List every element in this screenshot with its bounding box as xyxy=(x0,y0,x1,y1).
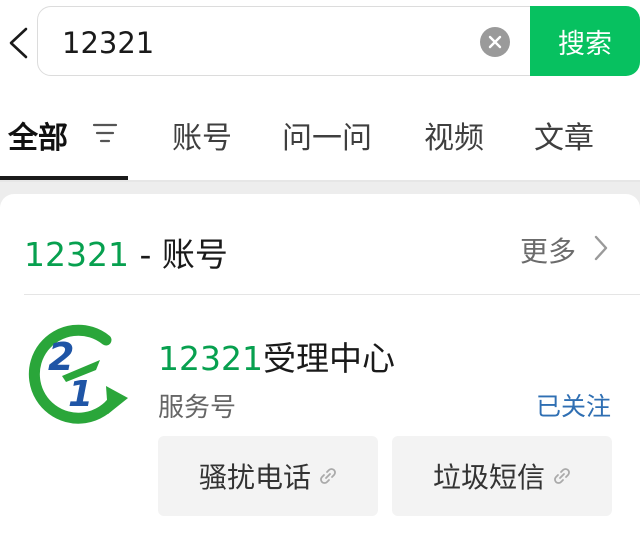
account-name-highlight: 12321 xyxy=(158,339,263,378)
account-type: 服务号 xyxy=(158,393,237,423)
more-link[interactable]: 更多 xyxy=(520,230,576,270)
account-name-rest: 受理中心 xyxy=(262,339,395,378)
link-icon xyxy=(554,468,570,484)
account-logo[interactable]: 2 1 xyxy=(22,312,132,434)
tab-accounts[interactable]: 账号 xyxy=(172,113,232,157)
search-input[interactable] xyxy=(62,25,462,61)
follow-status-button[interactable]: 已关注 xyxy=(536,387,611,423)
account-results-card: 12321 - 账号 更多 2 1 12321受理中心 服务号 已关注 骚扰电话… xyxy=(0,194,640,536)
link-icon xyxy=(320,468,336,484)
search-box xyxy=(37,6,537,76)
tab-articles[interactable]: 文章 xyxy=(534,113,594,157)
search-header: 搜索 全部 账号 问一问 视频 文章 xyxy=(0,0,640,182)
menu-chip-harassment-calls[interactable]: 骚扰电话 xyxy=(158,436,378,516)
svg-text:2: 2 xyxy=(48,335,74,379)
filter-icon[interactable] xyxy=(92,121,118,145)
back-arrow-icon[interactable] xyxy=(6,26,30,60)
menu-chip-label: 垃圾短信 xyxy=(432,461,545,494)
svg-text:1: 1 xyxy=(68,374,93,415)
tab-ask[interactable]: 问一问 xyxy=(282,113,372,157)
header-divider xyxy=(0,180,640,182)
menu-chip-spam-sms[interactable]: 垃圾短信 xyxy=(392,436,612,516)
menu-chip-label: 骚扰电话 xyxy=(198,461,311,494)
search-button[interactable]: 搜索 xyxy=(530,6,640,76)
section-title-suffix: - 账号 xyxy=(128,235,228,274)
tab-all[interactable]: 全部 xyxy=(8,113,68,157)
section-keyword: 12321 xyxy=(24,235,129,274)
clear-icon[interactable] xyxy=(480,27,510,57)
tab-videos[interactable]: 视频 xyxy=(424,113,484,157)
account-name[interactable]: 12321受理中心 xyxy=(158,332,395,380)
card-divider xyxy=(24,294,640,295)
chevron-right-icon[interactable] xyxy=(593,234,609,262)
section-title: 12321 - 账号 xyxy=(24,228,228,276)
